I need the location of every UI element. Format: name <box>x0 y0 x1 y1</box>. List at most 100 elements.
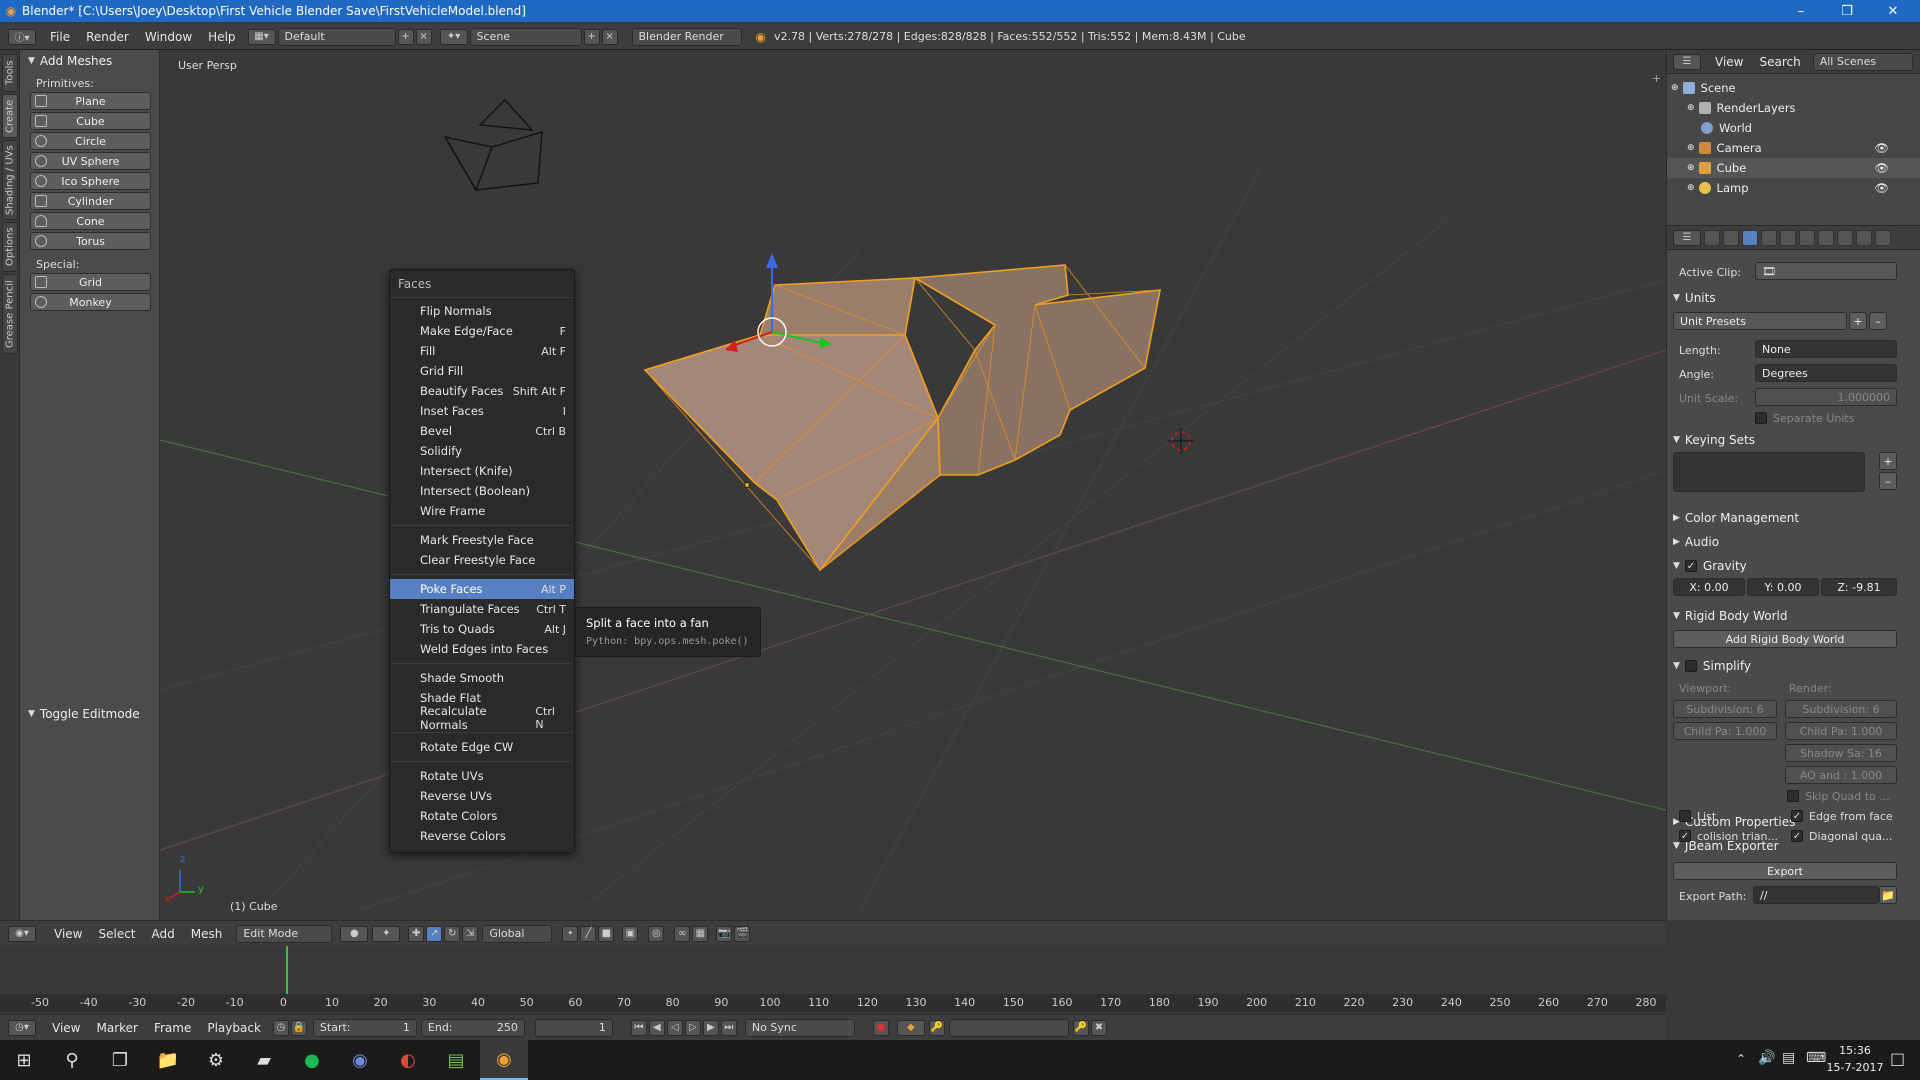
menu-file[interactable]: File <box>42 30 78 44</box>
volume-icon[interactable]: 🔊 <box>1758 1050 1775 1066</box>
menu-render[interactable]: Render <box>78 30 137 44</box>
clock-time[interactable]: 15:36 <box>1826 1044 1884 1057</box>
3d-menu-view[interactable]: View <box>46 927 90 941</box>
outliner-lamp[interactable]: ⊕ Lamp 👁 <box>1667 178 1920 198</box>
remove-keying-set-button[interactable]: – <box>1879 472 1897 490</box>
add-rigid-body-world-button[interactable]: Add Rigid Body World <box>1673 630 1897 648</box>
export-path-field[interactable]: // <box>1753 886 1879 904</box>
sync-mode-select[interactable]: No Sync <box>744 1018 855 1037</box>
add-scene-button[interactable]: + <box>583 28 600 45</box>
timeline-menu-marker[interactable]: Marker <box>88 1021 145 1035</box>
3d-view-editor-icon[interactable]: ◉▾ <box>8 925 36 942</box>
viewport-shading-icon[interactable]: ● <box>340 925 369 942</box>
timeline-ruler[interactable]: -50 -40 -30 -20 -10 0 10 20 30 40 50 60 70 80 90 100 110… <box>0 994 1666 1012</box>
menu-item-shade-smooth[interactable]: Shade Smooth <box>390 668 574 688</box>
texture-tab-icon[interactable] <box>1875 229 1891 246</box>
render-subdivision-field[interactable]: Subdivision: 6 <box>1785 700 1897 718</box>
use-preview-range-icon[interactable]: ◷ <box>272 1019 289 1036</box>
start-windows-icon[interactable]: ⊞ <box>0 1040 48 1080</box>
play-icon[interactable]: ▷ <box>684 1019 701 1036</box>
start-frame-field[interactable]: Start: 1 <box>312 1018 417 1037</box>
menu-item-mark-freestyle-face[interactable]: Mark Freestyle Face <box>390 530 574 550</box>
remove-unit-preset-button[interactable]: – <box>1869 312 1887 330</box>
export-button[interactable]: Export <box>1673 862 1897 880</box>
units-section-header[interactable]: ▼ Units <box>1673 288 1905 308</box>
outliner-scope-select[interactable]: All Scenes <box>1812 52 1913 71</box>
camera-visibility-eye-icon[interactable]: 👁 <box>1874 141 1889 155</box>
menu-item-flip-normals[interactable]: Flip Normals <box>390 301 574 321</box>
screen-layout-field[interactable]: Default <box>277 27 396 46</box>
opengl-render-anim-icon[interactable]: 🎬 <box>734 925 751 942</box>
keying-sets-section-header[interactable]: ▼ Keying Sets <box>1673 430 1905 450</box>
menu-item-poke-faces[interactable]: Poke Faces Alt P <box>390 579 574 599</box>
menu-item-inset-faces[interactable]: Inset Faces I <box>390 401 574 421</box>
tab-shading-uvs[interactable]: Shading / UVs <box>2 140 18 220</box>
gravity-x-field[interactable]: X: 0.00 <box>1673 578 1745 596</box>
proportional-edit-icon[interactable]: ◎ <box>648 925 665 942</box>
render-tab-icon[interactable] <box>1704 229 1720 246</box>
pivot-point-icon[interactable]: ✦ <box>372 925 401 942</box>
snap-element-icon[interactable]: ▦ <box>692 925 709 942</box>
add-layout-button[interactable]: + <box>397 28 414 45</box>
outliner-camera[interactable]: ⊕ Camera 👁 <box>1667 138 1920 158</box>
remove-layout-button[interactable]: × <box>415 28 432 45</box>
unit-scale-field[interactable]: 1.000000 <box>1755 388 1897 406</box>
gravity-y-field[interactable]: Y: 0.00 <box>1747 578 1819 596</box>
rotate-manipulator-icon[interactable]: ↻ <box>444 925 461 942</box>
search-icon[interactable]: ⚲ <box>48 1040 96 1080</box>
add-circle-button[interactable]: Circle <box>30 132 151 150</box>
active-clip-field[interactable]: 🎞 <box>1755 262 1897 280</box>
gravity-z-field[interactable]: Z: -9.81 <box>1821 578 1897 596</box>
restore-button[interactable]: ❐ <box>1824 0 1870 22</box>
insert-keyframe-icon[interactable]: 🔑 <box>928 1019 945 1036</box>
scene-icon[interactable]: ✦▾ <box>439 28 468 45</box>
timeline[interactable]: -50 -40 -30 -20 -10 0 10 20 30 40 50 60 70 80 90 100 110… <box>0 946 1666 1024</box>
render-child-particles-field[interactable]: Child Pa: 1.000 <box>1785 722 1897 740</box>
active-keying-set-field[interactable] <box>948 1018 1069 1037</box>
menu-item-intersect-knife[interactable]: Intersect (Knife) <box>390 461 574 481</box>
menu-item-fill[interactable]: Fill Alt F <box>390 341 574 361</box>
3d-viewport[interactable]: User Persp z y x (1) Cube + <box>160 50 1666 920</box>
viewport-corner-plus-icon[interactable]: + <box>1652 72 1661 85</box>
menu-item-rotate-edge-cw[interactable]: Rotate Edge CW <box>390 737 574 757</box>
face-select-icon[interactable]: ■ <box>598 925 615 942</box>
jump-end-icon[interactable]: ⏭ <box>720 1019 737 1036</box>
render-engine-select[interactable]: Blender Render <box>631 27 742 46</box>
add-cube-button[interactable]: Cube <box>30 112 151 130</box>
keyboard-icon[interactable]: ⌨ <box>1806 1050 1826 1066</box>
edge-from-face-checkbox[interactable]: ✓ <box>1791 810 1803 822</box>
menu-item-intersect-boolean[interactable]: Intersect (Boolean) <box>390 481 574 501</box>
remove-scene-button[interactable]: × <box>601 28 618 45</box>
add-ico-sphere-button[interactable]: Ico Sphere <box>30 172 151 190</box>
add-cylinder-button[interactable]: Cylinder <box>30 192 151 210</box>
jump-start-icon[interactable]: ⏮ <box>630 1019 647 1036</box>
camera-object[interactable] <box>443 98 543 191</box>
angle-select[interactable]: Degrees <box>1755 364 1897 382</box>
snap-toggle-icon[interactable]: ∞ <box>674 925 691 942</box>
tab-options[interactable]: Options <box>2 222 18 272</box>
add-grid-button[interactable]: Grid <box>30 273 151 291</box>
jump-keyframe-back-icon[interactable]: ◀ <box>648 1019 665 1036</box>
add-cone-button[interactable]: Cone <box>30 212 151 230</box>
network-icon[interactable]: ▤ <box>1782 1050 1795 1066</box>
modifiers-tab-icon[interactable] <box>1818 229 1834 246</box>
menu-item-reverse-colors[interactable]: Reverse Colors <box>390 826 574 846</box>
outliner-menu-search[interactable]: Search <box>1751 55 1808 69</box>
separate-units-checkbox[interactable] <box>1755 412 1767 424</box>
end-frame-field[interactable]: End: 250 <box>420 1018 525 1037</box>
game-app-icon[interactable]: ▰ <box>240 1040 288 1080</box>
3d-cursor[interactable] <box>1168 428 1194 454</box>
rigid-body-section-header[interactable]: ▼ Rigid Body World <box>1673 606 1905 626</box>
tab-grease-pencil[interactable]: Grease Pencil <box>2 274 18 354</box>
tray-chevron-up-icon[interactable]: ⌃ <box>1736 1052 1746 1066</box>
menu-help[interactable]: Help <box>200 30 243 44</box>
gravity-section-header[interactable]: ▼ ✓ Gravity <box>1673 556 1905 576</box>
clock-date[interactable]: 15-7-2017 <box>1826 1061 1884 1074</box>
outliner-editor-icon[interactable]: ☰ <box>1673 53 1701 70</box>
outliner-cube[interactable]: ⊕ Cube 👁 <box>1667 158 1920 178</box>
auto-keying-record-icon[interactable]: ● <box>872 1019 889 1036</box>
color-management-section-header[interactable]: ▶ Color Management <box>1673 508 1905 528</box>
current-frame-field[interactable]: 1 <box>534 1018 613 1037</box>
render-layers-tab-icon[interactable] <box>1723 229 1739 246</box>
gravity-checkbox[interactable]: ✓ <box>1684 560 1697 572</box>
